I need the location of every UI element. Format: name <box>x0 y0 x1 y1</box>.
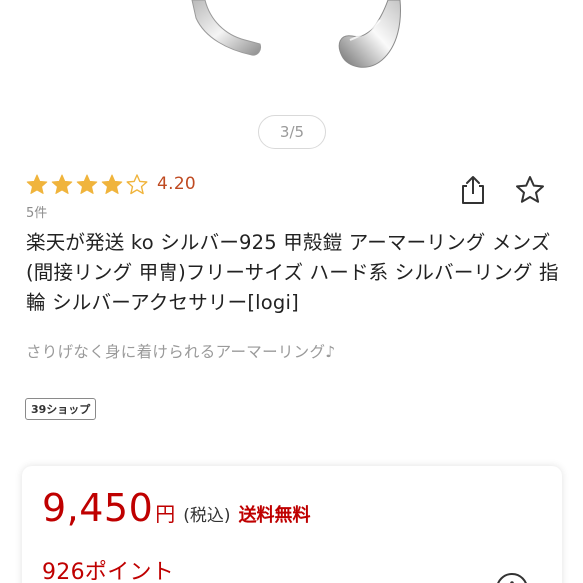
image-pager: 3/5 <box>258 115 326 149</box>
product-image[interactable] <box>0 0 583 100</box>
rating-row[interactable]: 4.20 <box>26 172 196 196</box>
shop-badge: 39ショップ <box>25 398 97 420</box>
price-amount: 9,450 <box>42 486 154 530</box>
price-row: 9,450 円 (税込) 送料無料 <box>42 486 311 530</box>
product-title: 楽天が発送 ko シルバー925 甲殻鎧 アーマーリング メンズ (間接リング … <box>26 231 559 314</box>
star-empty-icon <box>126 173 148 194</box>
price-card: 9,450 円 (税込) 送料無料 926ポイント <box>22 466 562 583</box>
share-icon <box>462 176 484 204</box>
rating-value: 4.20 <box>157 174 197 194</box>
rating-stars <box>26 173 148 195</box>
star-filled-icon <box>51 174 73 194</box>
product-catchcopy: さりげなく身に着けられるアーマーリング♪ <box>26 343 336 361</box>
star-filled-icon <box>101 174 123 194</box>
share-button[interactable] <box>458 174 488 206</box>
price-currency: 円 <box>155 502 176 526</box>
review-count[interactable]: 5件 <box>26 202 47 221</box>
free-shipping-label: 送料無料 <box>238 505 311 526</box>
star-filled-icon <box>76 174 98 194</box>
star-filled-icon <box>26 174 48 194</box>
points-label: 926ポイント <box>42 560 175 583</box>
info-icon[interactable] <box>495 572 529 583</box>
price-tax-label: (税込) <box>183 506 231 526</box>
favorite-button[interactable] <box>514 174 546 206</box>
ring-image <box>191 0 401 68</box>
star-outline-icon <box>516 176 544 203</box>
